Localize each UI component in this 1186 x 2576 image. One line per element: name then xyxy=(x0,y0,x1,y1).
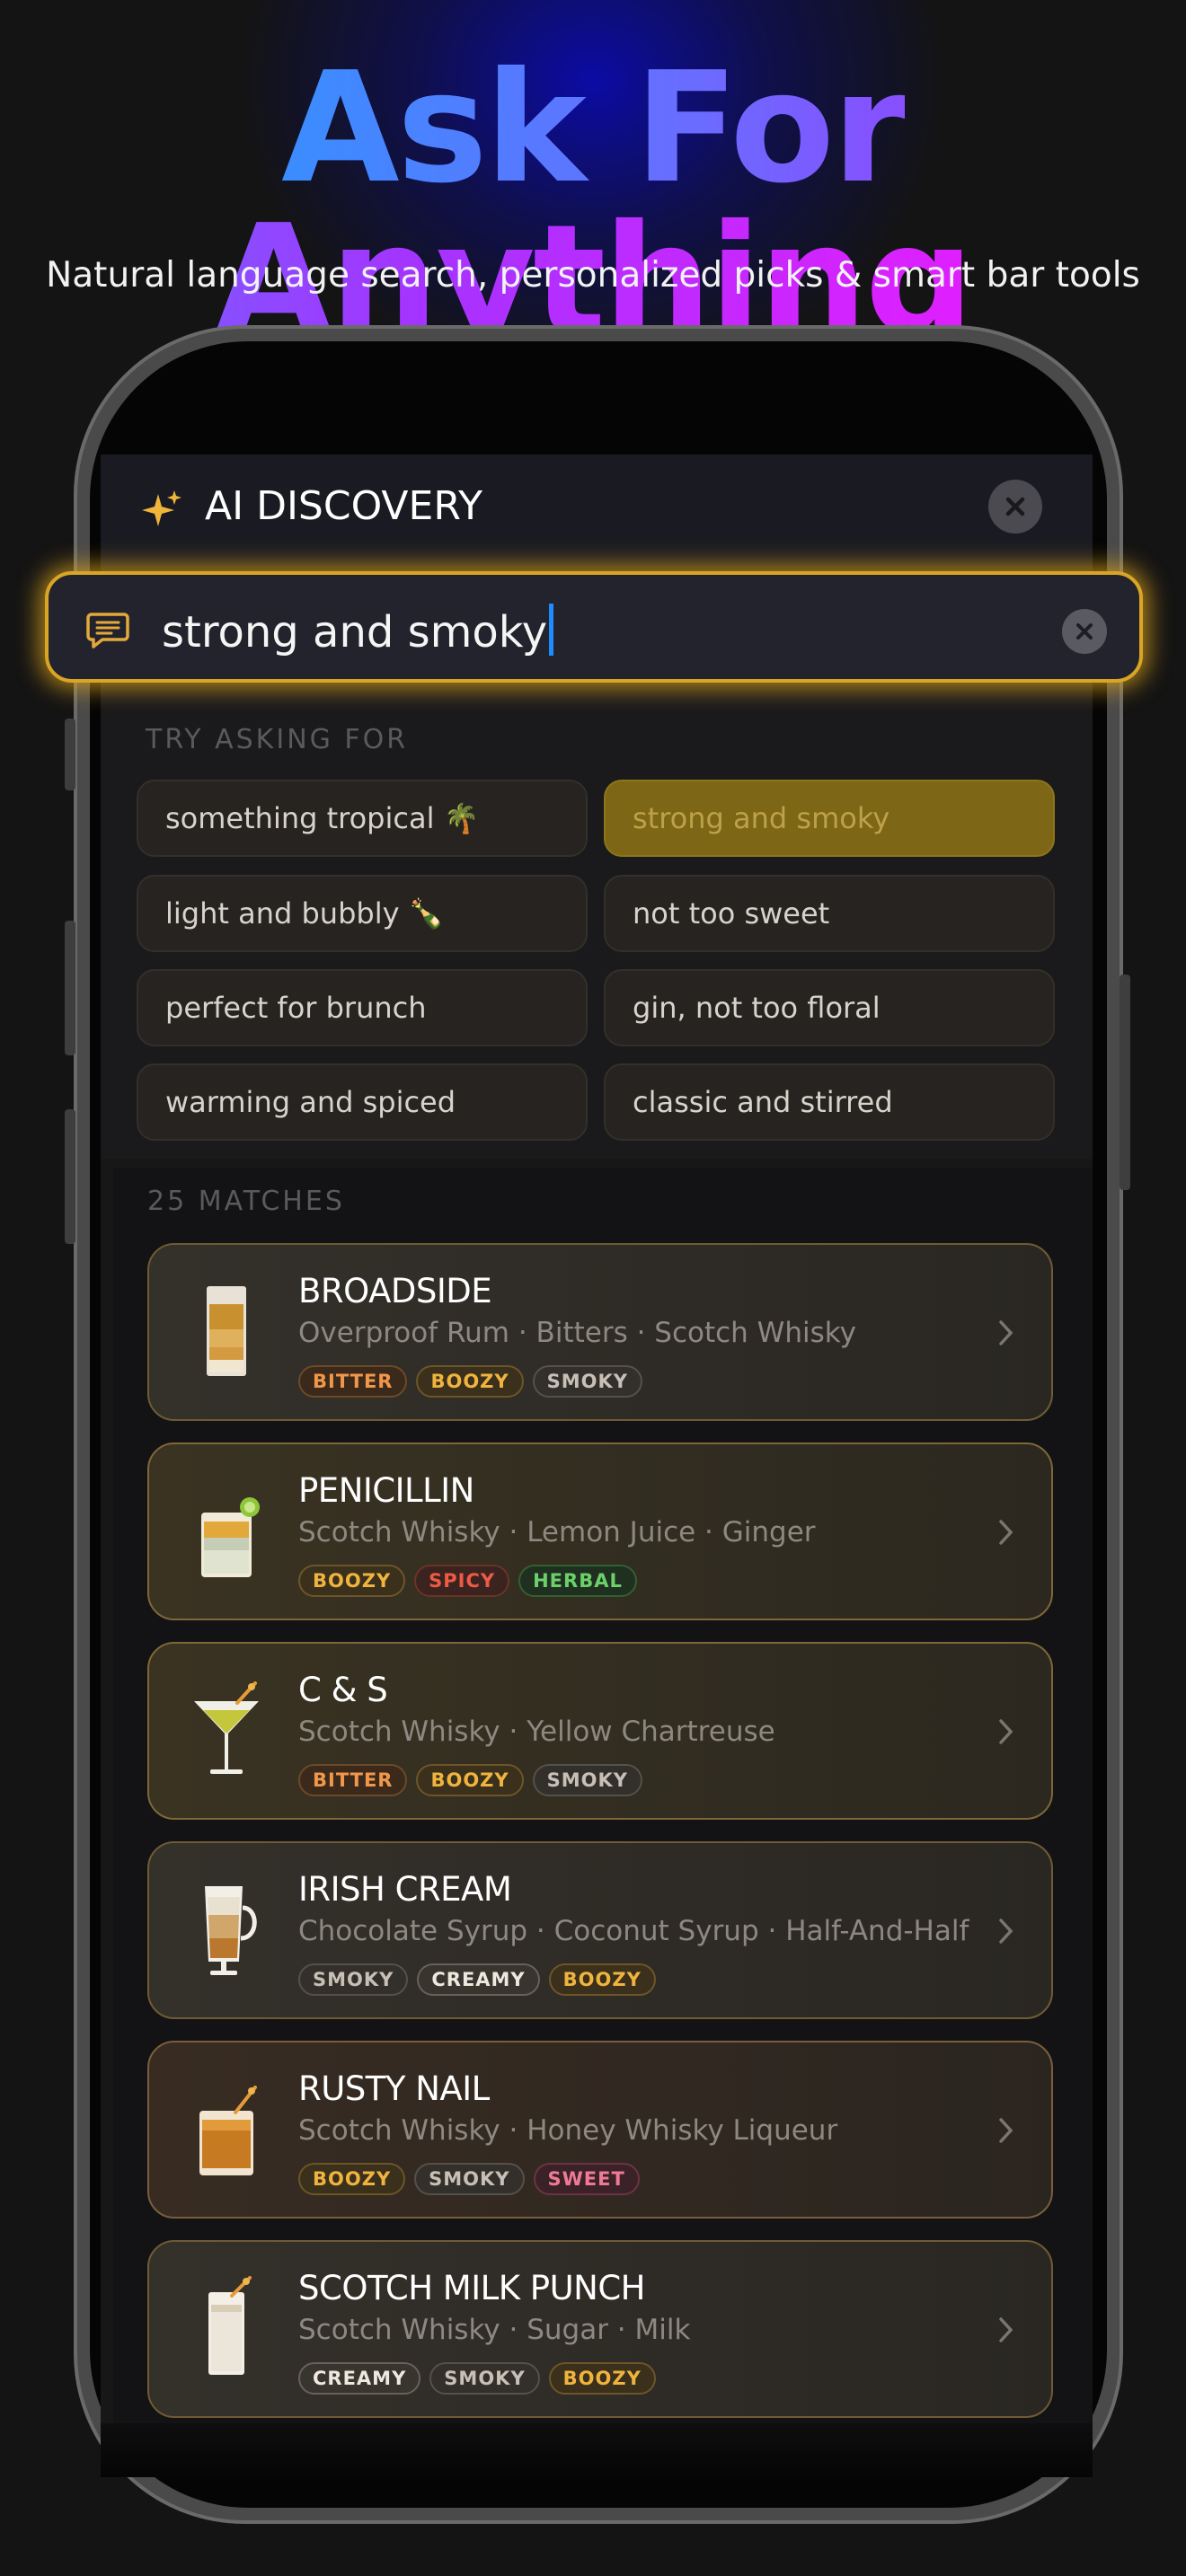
flavor-tag: HERBAL xyxy=(518,1565,637,1597)
chevron-right-icon xyxy=(999,1919,1013,1944)
cocktail-ingredients: Scotch Whisky · Honey Whisky Liqueur xyxy=(298,2114,838,2147)
search-input[interactable]: strong and smoky xyxy=(162,604,554,657)
cocktail-ingredients: Scotch Whisky · Lemon Juice · Ginger xyxy=(298,1516,816,1548)
clear-search-button[interactable] xyxy=(1062,609,1107,654)
suggestion-chip[interactable]: light and bubbly 🍾 xyxy=(137,875,588,952)
headline: Ask For Anything xyxy=(214,40,975,370)
suggestions-label: TRY ASKING FOR xyxy=(146,724,409,755)
cocktail-name: BROADSIDE xyxy=(298,1272,492,1310)
flavor-tags: BOOZY SMOKY SWEET xyxy=(298,2163,640,2195)
chevron-right-icon xyxy=(999,2118,1013,2143)
flavor-tag: SMOKY xyxy=(532,1365,642,1398)
suggestion-chip[interactable]: not too sweet xyxy=(604,875,1055,952)
martini-glass-icon xyxy=(194,1681,259,1774)
suggestion-chip-active[interactable]: strong and smoky xyxy=(604,780,1055,857)
side-button xyxy=(65,719,75,790)
chevron-right-icon xyxy=(999,1320,1013,1345)
cocktail-ingredients: Scotch Whisky · Yellow Chartreuse xyxy=(298,1716,775,1748)
flavor-tag: BOOZY xyxy=(548,1963,656,1996)
close-icon xyxy=(1076,623,1093,640)
flavor-tag: SMOKY xyxy=(414,2163,525,2195)
flavor-tag: BOOZY xyxy=(548,2362,656,2395)
text-caret xyxy=(549,604,554,656)
cocktail-card[interactable]: RUSTY NAIL Scotch Whisky · Honey Whisky … xyxy=(147,2041,1053,2219)
flavor-tag: BOOZY xyxy=(416,1764,524,1796)
chevron-right-icon xyxy=(999,1719,1013,1744)
cocktail-card[interactable]: IRISH CREAM Chocolate Syrup · Coconut Sy… xyxy=(147,1841,1053,2019)
chevron-right-icon xyxy=(999,2317,1013,2342)
close-icon xyxy=(1005,497,1025,516)
flavor-tags: BOOZY SPICY HERBAL xyxy=(298,1565,637,1597)
sheet-title: AI DISCOVERY xyxy=(205,483,482,529)
cocktail-card[interactable]: C & S Scotch Whisky · Yellow Chartreuse … xyxy=(147,1642,1053,1820)
cocktail-name: SCOTCH MILK PUNCH xyxy=(298,2269,646,2307)
flavor-tags: BITTER BOOZY SMOKY xyxy=(298,1764,642,1796)
flavor-tag: CREAMY xyxy=(417,1963,540,1996)
cocktail-ingredients: Overproof Rum · Bitters · Scotch Whisky xyxy=(298,1317,856,1349)
suggestion-chip[interactable]: classic and stirred xyxy=(604,1063,1055,1141)
search-input-value: strong and smoky xyxy=(162,607,548,657)
cocktail-ingredients: Scotch Whisky · Sugar · Milk xyxy=(298,2314,691,2346)
flavor-tag: SMOKY xyxy=(298,1963,409,1996)
sparkle-icon xyxy=(142,490,181,526)
side-button xyxy=(65,1109,75,1244)
cocktail-ingredients: Chocolate Syrup · Coconut Syrup · Half-A… xyxy=(298,1915,969,1947)
highball-glass-icon xyxy=(207,1286,246,1376)
flavor-tag: SMOKY xyxy=(429,2362,540,2395)
suggestion-chip[interactable]: perfect for brunch xyxy=(137,969,588,1046)
flavor-tag: BOOZY xyxy=(298,1565,406,1597)
subheadline: Natural language search, personalized pi… xyxy=(46,255,1140,296)
flavor-tag: BOOZY xyxy=(298,2163,406,2195)
cocktail-name: RUSTY NAIL xyxy=(298,2069,490,2108)
rocks-glass-icon xyxy=(199,2086,257,2175)
flavor-tag: CREAMY xyxy=(298,2362,421,2395)
mug-glass-icon xyxy=(205,1886,257,1975)
flavor-tags: CREAMY SMOKY BOOZY xyxy=(298,2362,656,2395)
close-sheet-button[interactable] xyxy=(988,480,1042,534)
results-count-label: 25 MATCHES xyxy=(147,1186,345,1217)
suggestion-chip[interactable]: warming and spiced xyxy=(137,1063,588,1141)
flavor-tags: SMOKY CREAMY BOOZY xyxy=(298,1963,656,1996)
cocktail-name: PENICILLIN xyxy=(298,1471,474,1510)
cocktail-card[interactable]: PENICILLIN Scotch Whisky · Lemon Juice ·… xyxy=(147,1442,1053,1620)
suggestion-chip[interactable]: gin, not too floral xyxy=(604,969,1055,1046)
flavor-tag: BITTER xyxy=(298,1365,408,1398)
cocktail-name: IRISH CREAM xyxy=(298,1870,512,1909)
cocktail-card[interactable]: SCOTCH MILK PUNCH Scotch Whisky · Sugar … xyxy=(147,2240,1053,2418)
flavor-tags: BITTER BOOZY SMOKY xyxy=(298,1365,642,1398)
flavor-tag: SMOKY xyxy=(532,1764,642,1796)
chat-bubble-icon xyxy=(86,613,129,648)
cocktail-name: C & S xyxy=(298,1671,388,1709)
side-button xyxy=(1120,975,1130,1190)
flavor-tag: BOOZY xyxy=(416,1365,524,1398)
sheet-header: AI DISCOVERY xyxy=(101,454,1093,568)
suggestions-panel: TRY ASKING FOR something tropical 🌴 stro… xyxy=(101,683,1093,1159)
suggestion-chip[interactable]: something tropical 🌴 xyxy=(137,780,588,857)
screen-bottom-fade xyxy=(101,2423,1093,2477)
search-bar[interactable]: strong and smoky xyxy=(45,571,1143,683)
rocks-glass-icon xyxy=(201,1497,260,1577)
flavor-tag: SPICY xyxy=(414,1565,510,1597)
chevron-right-icon xyxy=(999,1520,1013,1545)
flavor-tag: BITTER xyxy=(298,1764,408,1796)
flavor-tag: SWEET xyxy=(533,2163,640,2195)
highball-glass-icon xyxy=(208,2276,252,2375)
cocktail-card[interactable]: BROADSIDE Overproof Rum · Bitters · Scot… xyxy=(147,1243,1053,1421)
side-button xyxy=(65,921,75,1055)
